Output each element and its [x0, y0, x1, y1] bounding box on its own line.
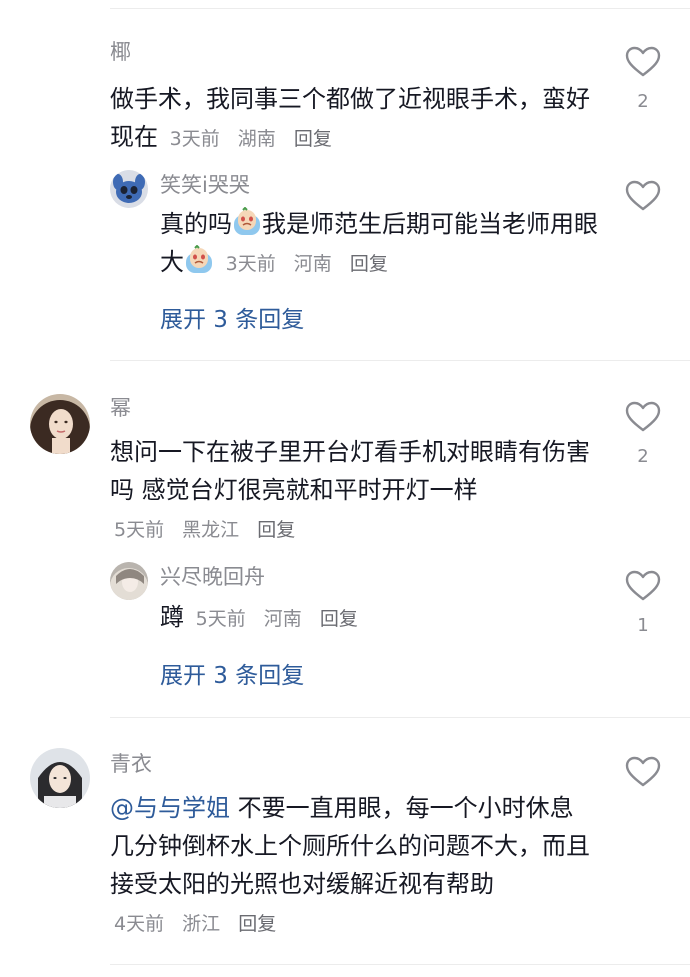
like-count: 2 [637, 91, 649, 112]
reply-location: 河南 [293, 253, 332, 275]
expand-replies-button[interactable]: 展开 3 条回复 [160, 300, 304, 334]
avatar[interactable] [30, 748, 90, 808]
comment-time: 3天前 [169, 128, 220, 150]
stitch-avatar-image [110, 170, 148, 208]
like-button[interactable] [623, 756, 663, 802]
reply-button[interactable]: 回复 [350, 253, 388, 275]
like-button[interactable]: 2 [623, 401, 663, 467]
comment-author[interactable]: 青衣 [110, 752, 152, 776]
expand-replies-button[interactable]: 展开 3 条回复 [160, 656, 304, 690]
heart-outline-icon [625, 401, 661, 432]
comment-author[interactable]: 椰 [110, 40, 131, 64]
avatar[interactable] [30, 394, 90, 454]
divider [110, 717, 690, 718]
reply-button[interactable]: 回复 [294, 128, 332, 150]
heart-outline-icon [625, 180, 661, 211]
divider [110, 360, 690, 361]
avatar[interactable] [110, 170, 148, 208]
avatar[interactable] [110, 562, 148, 600]
comment-text[interactable]: @与与学姐 不要一直用眼，每一个小时休息几分钟倒杯水上个厕所什么的问题不大，而且… [110, 789, 595, 943]
man-avatar-image [30, 748, 90, 808]
reply-time: 3天前 [225, 253, 276, 275]
divider [110, 8, 690, 9]
reply-author[interactable]: 兴尽晚回舟 [160, 565, 265, 589]
like-button[interactable]: 2 [623, 46, 663, 112]
comment-time: 5天前 [114, 519, 165, 541]
reply-button[interactable]: 回复 [320, 608, 358, 630]
reply-body-start: 真的吗 [160, 210, 232, 238]
comment-body: 想问一下在被子里开台灯看手机对眼睛有伤害吗 感觉台灯很亮就和平时开灯一样 [110, 438, 590, 504]
heart-outline-icon [625, 756, 661, 787]
heart-outline-icon [625, 570, 661, 601]
divider [110, 964, 690, 965]
comment-author[interactable]: 幂 [110, 396, 131, 420]
reply-location: 河南 [263, 608, 302, 630]
comment-meta: 4天前 浙江 回复 [114, 913, 276, 935]
woman-avatar-image [30, 394, 90, 454]
reply-button[interactable]: 回复 [238, 913, 276, 935]
mention-link[interactable]: @与与学姐 [110, 794, 230, 822]
reply-meta: 5天前 河南 回复 [196, 608, 358, 630]
reply-button[interactable]: 回复 [257, 519, 295, 541]
comment-location: 湖南 [237, 128, 276, 150]
comment-location: 浙江 [182, 913, 221, 935]
like-button[interactable]: 1 [623, 570, 663, 636]
comment-text[interactable]: 想问一下在被子里开台灯看手机对眼睛有伤害吗 感觉台灯很亮就和平时开灯一样 5天前… [110, 433, 595, 549]
comment-meta: 3天前 湖南 回复 [170, 128, 332, 150]
reply-text[interactable]: 蹲 5天前 河南 回复 [160, 598, 605, 638]
like-count: 2 [637, 446, 649, 467]
comment-time: 4天前 [114, 913, 165, 935]
reply-time: 5天前 [195, 608, 246, 630]
like-button[interactable] [623, 180, 663, 226]
crying-face-emoji-icon [232, 207, 262, 237]
reply-body: 蹲 [160, 603, 184, 631]
comment-location: 黑龙江 [182, 519, 240, 541]
like-count: 1 [637, 615, 649, 636]
crying-face-emoji-icon [184, 245, 214, 275]
reply-meta: 3天前 河南 回复 [226, 253, 388, 275]
reply-text[interactable]: 真的吗 我是师范生后期可能当老师用眼大 3天前 河南 回复 [160, 205, 605, 283]
anime-avatar-image [110, 562, 148, 600]
heart-outline-icon [625, 46, 661, 77]
comment-meta: 5天前 黑龙江 回复 [114, 519, 295, 541]
comment-text[interactable]: 做手术，我同事三个都做了近视眼手术，蛮好现在 3天前 湖南 回复 [110, 80, 595, 158]
reply-author[interactable]: 笑笑i哭哭 [160, 173, 250, 197]
